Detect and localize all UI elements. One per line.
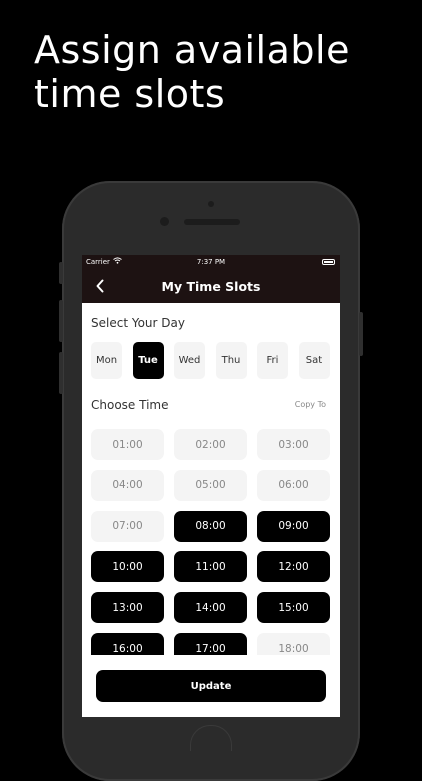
headline: Assign available time slots: [34, 28, 404, 116]
earpiece-speaker: [184, 219, 240, 225]
day-thu-button[interactable]: Thu: [215, 342, 247, 379]
volume-up-button: [59, 300, 63, 342]
footer-bar: Update: [82, 658, 340, 717]
time-slot-button[interactable]: 05:00: [174, 469, 247, 501]
status-bar: Carrier 7:37 PM: [82, 255, 340, 269]
status-time: 7:37 PM: [196, 258, 226, 266]
mute-switch: [59, 262, 63, 284]
time-slot-button[interactable]: 03:00: [257, 429, 330, 460]
battery-icon: [322, 259, 335, 265]
time-slot-button[interactable]: 12:00: [257, 551, 330, 583]
time-slot-button[interactable]: 18:00: [257, 633, 330, 655]
time-slot-button[interactable]: 14:00: [174, 592, 247, 624]
time-slot-button[interactable]: 17:00: [174, 633, 247, 655]
day-fri-button[interactable]: Fri: [257, 342, 288, 379]
headline-line-2: time slots: [34, 72, 226, 116]
nav-bar: My Time Slots: [82, 269, 340, 303]
time-slot-button[interactable]: 04:00: [91, 469, 164, 501]
copy-to-link[interactable]: Copy To: [295, 400, 326, 409]
time-slot-button[interactable]: 13:00: [91, 592, 164, 624]
time-slot-button[interactable]: 11:00: [174, 551, 247, 583]
day-mon-button[interactable]: Mon: [91, 342, 122, 379]
time-slot-grid: 01:00 02:00 03:00 04:00 05:00 06:00 07:00 08:00…: [91, 429, 331, 655]
day-tue-button[interactable]: Tue: [132, 342, 164, 379]
time-slot-button[interactable]: 09:00: [257, 510, 330, 542]
time-slot-button[interactable]: 16:00: [91, 633, 164, 655]
time-slot-button[interactable]: 02:00: [174, 429, 247, 460]
page-title: My Time Slots: [161, 279, 261, 294]
volume-down-button: [59, 352, 63, 394]
time-slot-button[interactable]: 08:00: [174, 510, 247, 542]
app-screen: Carrier 7:37 PM My Time Slots Select You…: [82, 255, 340, 717]
time-slot-button[interactable]: 10:00: [91, 551, 164, 583]
time-slot-button[interactable]: 15:00: [257, 592, 330, 624]
day-selector: Mon Tue Wed Thu Fri Sat: [91, 342, 331, 379]
select-day-heading: Select Your Day: [91, 316, 185, 330]
headline-line-1: Assign available: [34, 28, 350, 72]
day-wed-button[interactable]: Wed: [174, 342, 205, 379]
time-slot-button[interactable]: 07:00: [91, 510, 164, 542]
update-button[interactable]: Update: [96, 670, 326, 702]
front-camera: [160, 217, 169, 226]
time-slot-button[interactable]: 01:00: [91, 429, 164, 460]
time-slot-button[interactable]: 06:00: [257, 469, 330, 501]
sensor-dot: [208, 201, 214, 207]
power-button: [359, 312, 363, 356]
day-sat-button[interactable]: Sat: [298, 342, 330, 379]
choose-time-heading: Choose Time: [91, 398, 169, 412]
